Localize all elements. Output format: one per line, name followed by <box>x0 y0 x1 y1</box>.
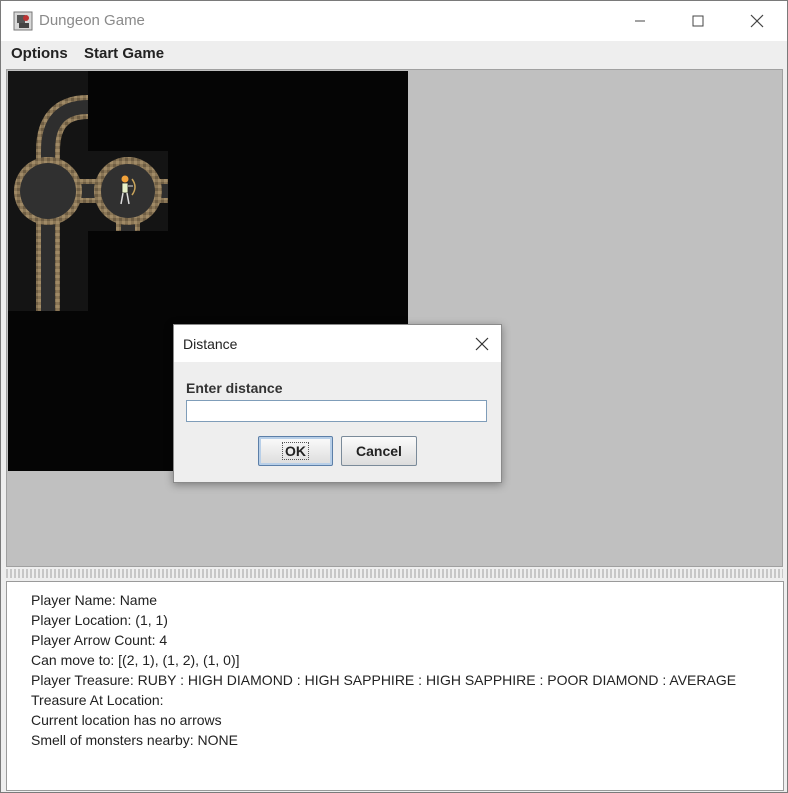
dialog-close-button[interactable] <box>469 331 495 357</box>
minimize-icon <box>635 20 645 22</box>
maximize-button[interactable] <box>669 1 727 41</box>
game-panel <box>6 69 783 567</box>
player-treasure-line: Player Treasure: RUBY : HIGH DIAMOND : H… <box>31 672 737 688</box>
location-arrows-line: Current location has no arrows <box>31 712 222 728</box>
split-pane-divider[interactable] <box>6 569 783 578</box>
dialog-title: Distance <box>183 336 238 352</box>
player-info-panel: Player Name: Name Player Location: (1, 1… <box>6 581 784 791</box>
ok-button[interactable]: OK <box>258 436 333 466</box>
tunnel-floor <box>41 211 55 311</box>
menu-bar: Options Start Game <box>1 41 787 67</box>
cave-floor <box>20 163 76 219</box>
menu-start-game[interactable]: Start Game <box>84 45 164 62</box>
window-title: Dungeon Game <box>39 12 145 29</box>
ok-button-label: OK <box>282 442 309 460</box>
treasure-at-location-line: Treasure At Location: <box>31 692 164 708</box>
title-bar[interactable]: Dungeon Game <box>1 1 787 41</box>
minimize-button[interactable] <box>611 1 669 41</box>
menu-options[interactable]: Options <box>11 45 68 62</box>
player-location-line: Player Location: (1, 1) <box>31 612 168 628</box>
maximize-icon <box>692 15 704 27</box>
close-icon <box>750 14 764 28</box>
dungeon-game-window: Dungeon Game Options Start Game Player N… <box>0 0 788 793</box>
distance-dialog: Distance Enter distance OK Cancel <box>173 324 502 483</box>
distance-label: Enter distance <box>186 380 283 396</box>
player-name-line: Player Name: Name <box>31 592 158 608</box>
can-move-to-line: Can move to: [(2, 1), (1, 2), (1, 0)] <box>31 652 240 668</box>
close-button[interactable] <box>728 1 786 41</box>
monster-smell-line: Smell of monsters nearby: NONE <box>31 732 238 748</box>
close-icon <box>475 337 489 351</box>
dungeon-app-icon <box>13 11 33 31</box>
player-arrow-count-line: Player Arrow Count: 4 <box>31 632 168 648</box>
cancel-button[interactable]: Cancel <box>341 436 417 466</box>
dialog-title-bar[interactable]: Distance <box>174 325 501 362</box>
distance-input[interactable] <box>186 400 487 422</box>
